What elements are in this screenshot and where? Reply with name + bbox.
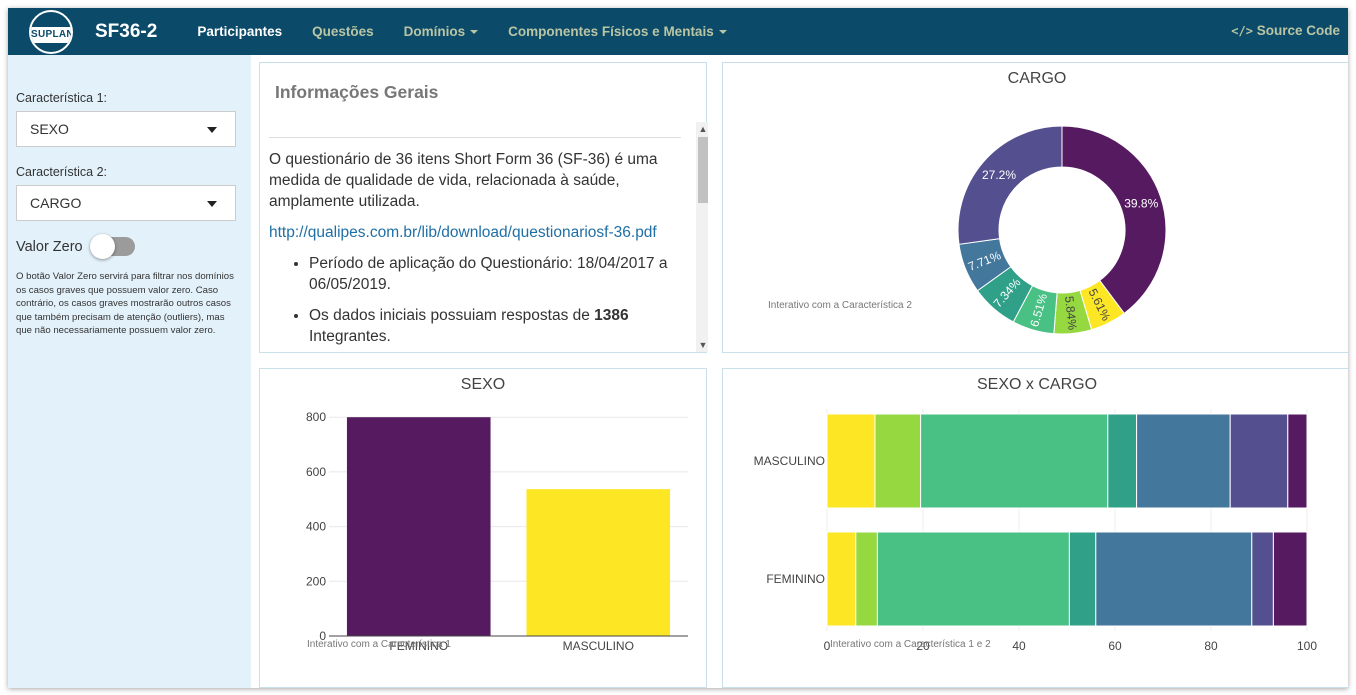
stacked-segment <box>1095 531 1253 627</box>
char1-value: SEXO <box>30 121 69 137</box>
stacked-segment <box>1251 531 1274 627</box>
x-tick-label: 80 <box>1204 639 1218 653</box>
y-tick-label: FEMININO <box>766 572 825 586</box>
nav-participantes[interactable]: Participantes <box>197 24 282 39</box>
y-tick-label: MASCULINO <box>754 454 825 468</box>
nav-componentes-label: Componentes Físicos e Mentais <box>508 24 714 39</box>
sexo-chart-panel: SEXO 0 200 400 600 800 FEMININO MASCULINO Inte… <box>259 368 707 688</box>
stacked-segment <box>920 413 1109 509</box>
valor-zero-toggle[interactable] <box>89 234 135 259</box>
stacked-segment <box>1107 413 1138 509</box>
x-tick-label: 60 <box>1108 639 1122 653</box>
info-title: Informações Gerais <box>275 82 439 102</box>
respondent-count: 1386 <box>594 307 629 324</box>
info-bullet-period: Período de aplicação do Questionário: 18… <box>309 253 684 295</box>
sexo-cargo-stacked-chart[interactable]: 0 20 40 60 80 100MASCULINOFEMININO <box>723 369 1348 687</box>
info-paragraph: O questionário de 36 itens Short Form 36… <box>269 151 658 210</box>
stacked-segment <box>1287 413 1308 509</box>
stacked-segment <box>1068 531 1097 627</box>
scroll-up-icon[interactable]: ▲ <box>698 124 708 136</box>
nav-dominios-label: Domínios <box>403 24 466 39</box>
logo-text: SUPLAN <box>31 26 71 43</box>
x-tick-label: 100 <box>1297 639 1317 653</box>
char2-select[interactable]: CARGO <box>16 185 236 221</box>
donut-slice <box>1061 125 1167 315</box>
bullet-text: Os dados iniciais possuiam respostas de <box>309 307 595 324</box>
valor-zero-description: O botão Valor Zero servirá para filtrar … <box>16 271 234 336</box>
stacked-segment <box>826 531 857 627</box>
nav-dominios[interactable]: Domínios <box>404 24 479 39</box>
cargo-chart-panel: CARGO 39.8% 5.61% 5.84% 6.51% 7.34% 7.71% 27.2… <box>722 62 1348 353</box>
app-window: SUPLAN SF36-2 Participantes Questões Dom… <box>8 8 1348 688</box>
scrollbar[interactable]: ▲ ▼ <box>696 122 708 352</box>
sexo-chart-note: Interativo com a Característica 1 <box>307 639 451 650</box>
brand-title[interactable]: SF36-2 <box>95 21 157 43</box>
sexo-cargo-chart-panel: SEXO x CARGO 0 20 40 60 80 100 MASCULINO FEMINI… <box>722 368 1348 688</box>
chevron-down-icon <box>470 30 479 35</box>
source-code-link[interactable]: </> Source Code <box>1231 23 1340 38</box>
char1-label: Característica 1: <box>16 91 108 105</box>
dropdown-caret-icon <box>207 201 217 207</box>
info-bullet-respostas: Os dados iniciais possuiam respostas de … <box>309 305 684 347</box>
char1-select[interactable]: SEXO <box>16 111 236 147</box>
stacked-segment <box>876 531 1070 627</box>
x-tick-label: 40 <box>1012 639 1026 653</box>
x-tick-label: MASCULINO <box>563 639 634 653</box>
donut-slice <box>957 125 1063 245</box>
stacked-segment <box>826 413 876 509</box>
stacked-segment <box>874 413 922 509</box>
suplan-logo[interactable]: SUPLAN <box>29 9 73 54</box>
char2-value: CARGO <box>30 195 82 211</box>
scrollbar-thumb[interactable] <box>698 137 708 203</box>
stacked-segment <box>1229 413 1289 509</box>
char2-label: Característica 2: <box>16 165 108 179</box>
info-panel: Informações Gerais O questionário de 36 … <box>259 62 708 353</box>
bullet-text-end: Integrantes. <box>309 328 391 345</box>
stacked-segment <box>855 531 878 627</box>
y-tick-label: 400 <box>306 520 326 534</box>
donut-label: 39.8% <box>1124 197 1158 211</box>
dropdown-caret-icon <box>207 127 217 133</box>
y-tick-label: 600 <box>306 465 326 479</box>
cargo-chart-note: Interativo com a Característica 2 <box>768 300 912 311</box>
nav-componentes[interactable]: Componentes Físicos e Mentais <box>508 24 727 39</box>
stacked-segment <box>1136 413 1231 509</box>
info-scroll-area[interactable]: O questionário de 36 itens Short Form 36… <box>264 120 708 352</box>
bar <box>346 417 491 636</box>
valor-zero-label: Valor Zero <box>16 238 83 255</box>
sf36-link[interactable]: http://qualipes.com.br/lib/download/ques… <box>269 224 657 241</box>
source-code-label: Source Code <box>1256 23 1340 38</box>
y-tick-label: 200 <box>306 574 326 588</box>
y-tick-label: 800 <box>306 410 326 424</box>
scroll-down-icon[interactable]: ▼ <box>698 340 708 352</box>
navbar: SUPLAN SF36-2 Participantes Questões Dom… <box>8 8 1348 55</box>
sidebar: Característica 1: SEXO Característica 2:… <box>8 55 251 688</box>
valor-zero-row: Valor Zero <box>16 234 243 259</box>
sexo-cargo-chart-note: Interativo com a Característica 1 e 2 <box>830 639 991 650</box>
nav-questoes[interactable]: Questões <box>312 24 374 39</box>
chevron-down-icon <box>718 30 727 35</box>
code-icon: </> <box>1231 24 1253 38</box>
donut-label: 27.2% <box>982 168 1016 182</box>
stacked-segment <box>1272 531 1308 627</box>
toggle-knob <box>89 234 115 259</box>
bar <box>526 489 671 636</box>
